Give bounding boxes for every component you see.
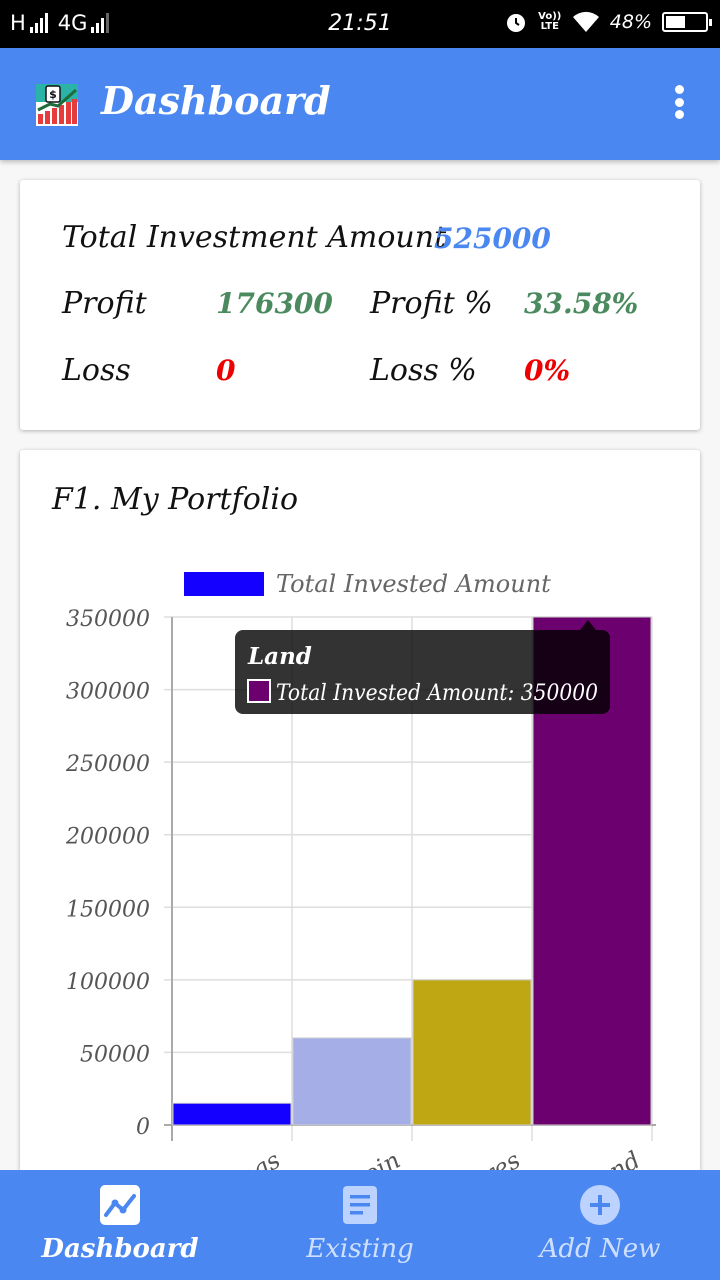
bar-savings [172, 1102, 292, 1126]
y-tick-label: 150000 [66, 897, 150, 922]
bar-shares [412, 979, 532, 1126]
nav-label: Dashboard [41, 1234, 199, 1264]
total-investment-label: Total Investment Amount [62, 220, 447, 255]
y-tick-label: 350000 [66, 607, 150, 632]
nav-dashboard[interactable]: Dashboard [0, 1170, 240, 1280]
battery-icon [662, 12, 712, 32]
status-bar: H 4G 21:51 Vo)) LTE 48% [0, 0, 720, 48]
bar-bitcoin [292, 1037, 412, 1126]
portfolio-card: F1. My Portfolio 0 50000 100000 150000 20000… [20, 450, 700, 1210]
legend-swatch [184, 572, 264, 596]
app-bar: $ Dashboard [0, 48, 720, 160]
loss-percent-value: 0% [524, 354, 571, 387]
svg-text:$: $ [49, 88, 57, 101]
profit-percent-label: Profit % [370, 286, 493, 321]
y-tick-label: 250000 [65, 752, 150, 777]
chart-line-icon [100, 1185, 140, 1225]
total-investment-value: 525000 [434, 222, 551, 255]
legend-label: Total Invested Amount [276, 570, 551, 598]
y-tick-label: 50000 [80, 1042, 150, 1067]
nav-label: Add New [539, 1234, 661, 1264]
portfolio-bar-chart[interactable]: 0 50000 100000 150000 200000 250000 300000 3500… [20, 450, 700, 1210]
document-list-icon [343, 1186, 377, 1224]
nav-existing[interactable]: Existing [240, 1170, 480, 1280]
y-tick-label: 0 [136, 1115, 150, 1140]
loss-label: Loss [62, 353, 131, 388]
volte-badge: Vo)) LTE [538, 11, 562, 32]
battery-percent: 48% [609, 11, 652, 33]
money-chart-icon: $ [36, 84, 78, 126]
investment-summary-card: Total Investment Amount 525000 Profit 17… [20, 180, 700, 430]
y-tick-label: 300000 [66, 680, 150, 705]
add-circle-icon [580, 1185, 620, 1225]
nav-label: Existing [306, 1234, 414, 1264]
y-tick-label: 100000 [66, 970, 150, 995]
loss-percent-label: Loss % [370, 353, 477, 388]
wifi-icon [572, 11, 599, 32]
tooltip-title: Land [247, 643, 312, 670]
bottom-navigation: Dashboard Existing Add New [0, 1170, 720, 1280]
more-vert-icon[interactable] [674, 85, 684, 119]
profit-percent-value: 33.58% [524, 287, 639, 320]
loss-value: 0 [216, 354, 236, 387]
nav-add-new[interactable]: Add New [480, 1170, 720, 1280]
profit-value: 176300 [216, 287, 333, 320]
system-status: Vo)) LTE 48% [504, 10, 712, 34]
y-tick-label: 200000 [65, 825, 150, 850]
page-title: Dashboard [101, 78, 331, 123]
tooltip-swatch [247, 679, 271, 703]
alarm-icon [506, 14, 525, 32]
profit-label: Profit [62, 286, 147, 321]
tooltip-label: Total Invested Amount: 350000 [276, 681, 598, 706]
